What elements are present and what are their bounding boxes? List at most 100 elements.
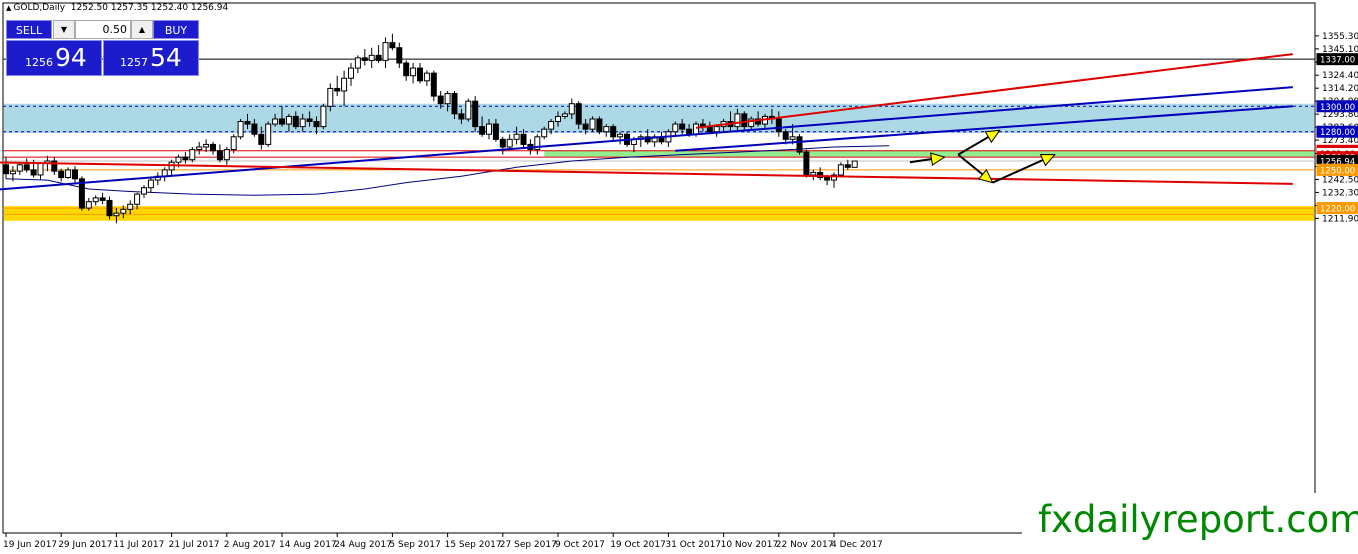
candle-body-bullish <box>147 179 154 189</box>
y-tick-label: 1232.30 <box>1322 188 1358 198</box>
candle-body-bearish <box>361 57 368 61</box>
candle-body-bearish <box>396 47 403 64</box>
candle-body-bullish <box>444 93 451 105</box>
candle-body-bearish <box>403 62 410 77</box>
candle-body-bullish <box>810 171 817 176</box>
price-tag: 1337.00 <box>1316 53 1358 66</box>
candle-body-bearish <box>520 133 527 145</box>
candle <box>465 98 472 122</box>
candle-body-bullish <box>299 118 306 128</box>
candle-body-bullish <box>265 123 272 145</box>
candle-body-bearish <box>451 93 458 115</box>
candle-body-bullish <box>9 170 16 175</box>
candle-body-bullish <box>603 126 610 133</box>
candle-body-bullish <box>382 42 389 61</box>
candle-body-bullish <box>486 123 492 135</box>
candle-body-bullish <box>285 115 292 125</box>
candle-body-bullish <box>92 197 99 203</box>
candle-body-bullish <box>506 138 513 148</box>
candle-body-bullish <box>465 100 472 120</box>
price-tag-label: 1337.00 <box>1320 56 1355 66</box>
candle-body-bullish <box>348 67 354 79</box>
sell-price-quote[interactable]: 1256 94 <box>6 40 102 76</box>
candle-body-bearish <box>375 54 382 61</box>
lot-size-dropdown-icon[interactable]: ▼ <box>53 20 75 39</box>
ohlc-readout: 1252.50 1257.35 1252.40 1256.94 <box>70 3 229 13</box>
x-axis: 19 Jun 2017 29 Jun 2017 11 Jul 2017 21 Jul … <box>3 533 883 550</box>
sell-button[interactable]: SELL <box>6 20 52 39</box>
buy-price-big: 54 <box>150 43 182 72</box>
candle <box>106 196 113 220</box>
sell-price-small: 1256 <box>25 56 53 69</box>
collapse-triangle-icon[interactable]: ▲ <box>6 4 11 12</box>
candle-body-bearish <box>775 118 782 133</box>
candle-body-bullish <box>672 123 679 133</box>
candle-body-bullish <box>513 133 520 140</box>
candle <box>78 176 85 211</box>
candle-body-bearish <box>575 103 582 125</box>
symbol-name: GOLD,Daily <box>13 3 66 13</box>
lot-size-input[interactable]: 0.50 <box>75 20 131 39</box>
price-tag-label: 1300.00 <box>1320 103 1355 113</box>
candle-body-bearish <box>686 128 693 135</box>
x-tick-label: 21 Jul 2017 <box>169 540 220 550</box>
candle-body-bullish <box>541 128 548 138</box>
candle-body-bullish <box>713 126 720 133</box>
price-tag: 1300.00 <box>1316 100 1358 113</box>
candle-body-bearish <box>803 151 810 176</box>
candle-body-bearish <box>216 150 223 161</box>
candle-body-bullish <box>237 121 244 138</box>
candle-body-bearish <box>844 164 851 168</box>
x-tick-label: 31 Oct 2017 <box>665 540 721 550</box>
candle-body-bullish <box>65 169 72 179</box>
plot-area <box>2 2 1316 534</box>
x-tick-label: 22 Nov 2017 <box>776 540 834 550</box>
candle-body-bullish <box>175 156 182 163</box>
y-tick-label: 1242.50 <box>1322 175 1358 185</box>
buy-button[interactable]: BUY <box>153 20 199 39</box>
candle-body-bearish <box>782 131 789 140</box>
buy-price-quote[interactable]: 1257 54 <box>103 40 199 76</box>
candle-body-bullish <box>341 77 348 92</box>
x-tick-label: 9 Oct 2017 <box>555 540 605 550</box>
x-tick-label: 24 Aug 2017 <box>334 540 392 550</box>
sell-price-big: 94 <box>55 43 87 72</box>
candle-body-bearish <box>182 156 189 161</box>
candle-body-bearish <box>23 164 30 171</box>
price-tag: 1220.00 <box>1316 202 1358 215</box>
candle-body-bearish <box>458 113 465 120</box>
price-tag-label: 1280.00 <box>1320 128 1355 138</box>
y-tick-label: 1211.90 <box>1322 214 1358 224</box>
candle-body-bearish <box>72 169 78 180</box>
candle-body-bullish <box>568 103 575 115</box>
candle-body-bearish <box>824 177 831 181</box>
lot-size-up-icon[interactable]: ▲ <box>131 20 153 39</box>
candle-body-bullish <box>196 146 203 151</box>
candle <box>189 146 196 163</box>
y-tick-label: 1324.40 <box>1322 71 1358 81</box>
candle-body-bullish <box>37 163 44 176</box>
candle <box>237 118 244 140</box>
candle-body-bullish <box>127 203 134 210</box>
candle-body-bearish <box>292 115 299 128</box>
candle-body-bullish <box>354 57 361 69</box>
candle-body-bullish <box>141 187 147 195</box>
candle-body-bullish <box>851 160 858 168</box>
candle-body-bullish <box>368 54 375 61</box>
candle-body-bearish <box>437 95 444 105</box>
candle <box>589 116 596 132</box>
candle-body-bearish <box>389 42 396 49</box>
candle-body-bullish <box>410 67 417 77</box>
candle-body-bullish <box>561 113 568 117</box>
candle-body-bearish <box>251 123 258 135</box>
candle <box>472 96 479 132</box>
candle-body-bullish <box>320 105 327 128</box>
candle <box>596 116 603 135</box>
price-tag: 1280.00 <box>1316 125 1358 138</box>
symbol-header: ▲ GOLD,Daily 1252.50 1257.35 1252.40 1256… <box>6 3 228 13</box>
candle-body-bearish <box>582 123 589 130</box>
candle-body-bullish <box>789 136 796 140</box>
one-click-trading-panel: SELL ▼ 0.50 ▲ BUY 1256 94 1257 54 <box>6 20 199 76</box>
candle <box>837 162 844 178</box>
candle-body-bullish <box>693 123 699 135</box>
